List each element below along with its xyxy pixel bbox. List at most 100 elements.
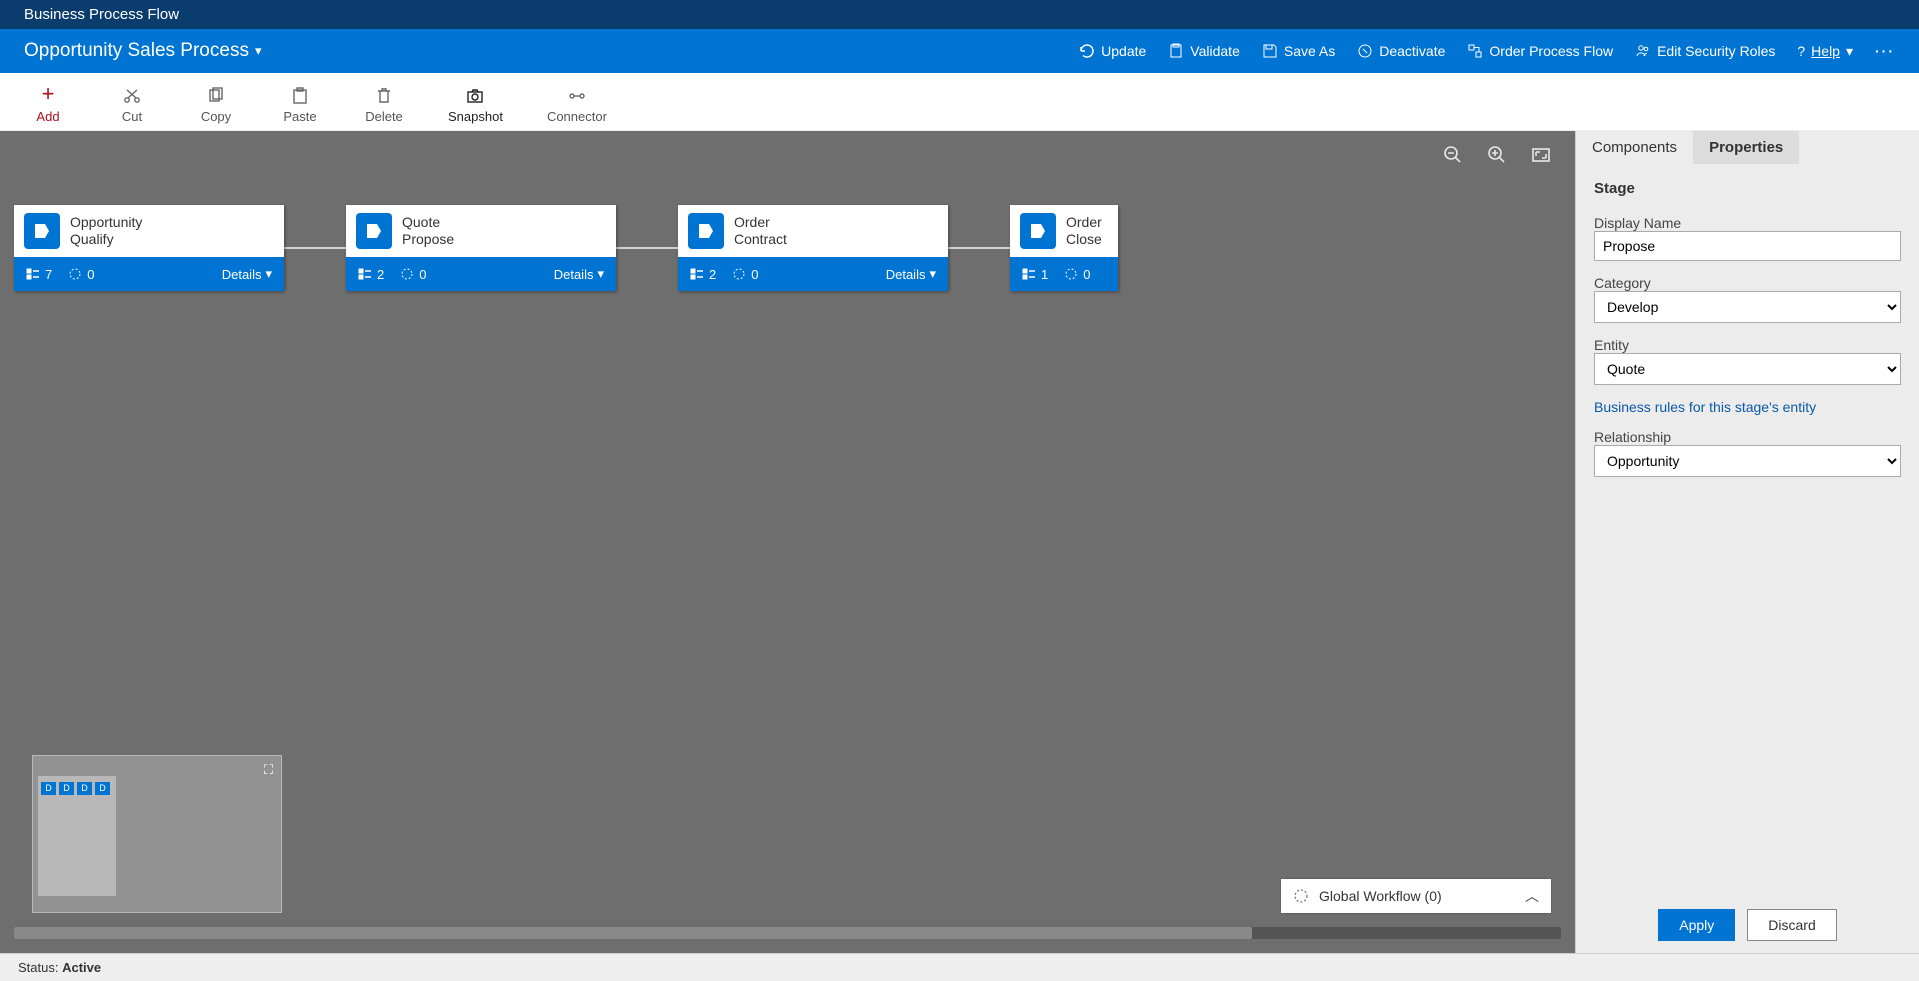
stage-entity: Opportunity [70,214,142,232]
zoom-in-button[interactable] [1487,145,1507,165]
validate-label: Validate [1190,43,1240,59]
stage-connector [284,247,346,249]
category-select[interactable]: Develop [1594,291,1901,323]
cut-label: Cut [122,109,142,124]
cut-button[interactable]: Cut [112,87,152,124]
chevron-down-icon: ▾ [597,266,604,282]
stage-name: Propose [402,231,454,249]
title-bar: Business Process Flow [0,0,1919,29]
save-icon [1262,43,1278,59]
stage-card[interactable]: Order Contract 2 0 Details▾ [678,205,948,291]
connector-icon [568,87,586,105]
validate-button[interactable]: Validate [1168,43,1240,59]
stage-icon [24,213,60,249]
minimap[interactable]: ⛶ DDDD [32,755,282,913]
order-flow-label: Order Process Flow [1489,43,1613,59]
details-toggle[interactable]: Details▾ [886,266,936,282]
help-label: Help [1811,43,1840,59]
security-label: Edit Security Roles [1657,43,1775,59]
connector-label: Connector [547,109,607,124]
workflows-count: 0 [68,267,94,282]
stage-connector [616,247,678,249]
process-title-text: Opportunity Sales Process [24,40,249,62]
paste-icon [291,87,309,105]
snapshot-label: Snapshot [448,109,503,124]
workflows-count: 0 [732,267,758,282]
tab-properties[interactable]: Properties [1693,131,1799,164]
designer-canvas[interactable]: Opportunity Qualify 7 0 Details▾ [0,131,1575,953]
horizontal-scrollbar[interactable] [14,927,1561,939]
minimap-nodes: DDDD [41,782,110,795]
relationship-select[interactable]: Opportunity [1594,445,1901,477]
update-label: Update [1101,43,1146,59]
properties-panel: Components Properties Stage Display Name… [1575,131,1919,953]
status-value: Active [62,960,101,975]
details-toggle[interactable]: Details▾ [222,266,272,282]
deactivate-button[interactable]: Deactivate [1357,43,1445,59]
clipboard-icon [1168,43,1184,59]
scrollbar-thumb[interactable] [14,927,1252,939]
scissors-icon [123,87,141,105]
help-icon: ? [1797,43,1805,59]
business-rules-link[interactable]: Business rules for this stage's entity [1594,399,1901,415]
chevron-down-icon: ▾ [265,266,272,282]
stage-icon [688,213,724,249]
deactivate-label: Deactivate [1379,43,1445,59]
snapshot-button[interactable]: Snapshot [448,87,503,124]
entity-select[interactable]: Quote [1594,353,1901,385]
workflows-count: 0 [400,267,426,282]
stage-card[interactable]: Order Close 1 0 [1010,205,1118,291]
stage-connector [948,247,1010,249]
stage-entity: Quote [402,214,454,232]
chevron-up-icon[interactable]: ︿ [1525,886,1539,906]
delete-label: Delete [365,109,403,124]
people-icon [1635,43,1651,59]
plus-icon: + [42,83,55,105]
saveas-button[interactable]: Save As [1262,43,1335,59]
display-name-label: Display Name [1594,215,1681,231]
display-name-input[interactable] [1594,231,1901,261]
stage-card[interactable]: Opportunity Qualify 7 0 Details▾ [14,205,284,291]
title-bar-text: Business Process Flow [24,6,179,23]
edit-toolbar: + Add Cut Copy Paste Delete Snapshot Con… [0,73,1919,131]
order-flow-button[interactable]: Order Process Flow [1467,43,1613,59]
delete-button[interactable]: Delete [364,87,404,124]
global-workflow-bar[interactable]: Global Workflow (0) ︿ [1281,879,1551,913]
more-button[interactable]: ··· [1875,43,1895,59]
add-button[interactable]: + Add [28,83,68,124]
copy-button[interactable]: Copy [196,87,236,124]
global-workflow-label: Global Workflow (0) [1319,888,1442,904]
workflow-icon [1293,888,1309,904]
fit-screen-button[interactable] [1531,145,1551,165]
command-bar: Opportunity Sales Process ▾ Update Valid… [0,29,1919,73]
copy-icon [207,87,225,105]
stage-name: Contract [734,231,787,249]
saveas-label: Save As [1284,43,1335,59]
process-title[interactable]: Opportunity Sales Process ▾ [24,40,261,62]
help-button[interactable]: ? Help ▾ [1797,43,1853,60]
zoom-out-button[interactable] [1443,145,1463,165]
discard-button[interactable]: Discard [1747,909,1836,941]
expand-icon[interactable]: ⛶ [264,762,273,778]
paste-button[interactable]: Paste [280,87,320,124]
connector-button[interactable]: Connector [547,87,607,124]
deactivate-icon [1357,43,1373,59]
details-toggle[interactable]: Details▾ [554,266,604,282]
trash-icon [375,87,393,105]
stage-card[interactable]: Quote Propose 2 0 Details▾ [346,205,616,291]
relationship-label: Relationship [1594,429,1671,445]
steps-count: 2 [358,267,384,282]
apply-button[interactable]: Apply [1658,909,1735,941]
copy-label: Copy [201,109,231,124]
security-button[interactable]: Edit Security Roles [1635,43,1775,59]
workflows-count: 0 [1064,267,1090,282]
update-button[interactable]: Update [1079,43,1146,59]
refresh-icon [1079,43,1095,59]
status-bar: Status: Active [0,953,1919,981]
stage-name: Qualify [70,231,142,249]
stage-row: Opportunity Qualify 7 0 Details▾ [14,205,1561,291]
add-label: Add [36,109,59,124]
tab-components[interactable]: Components [1576,131,1693,164]
steps-count: 1 [1022,267,1048,282]
flow-icon [1467,43,1483,59]
